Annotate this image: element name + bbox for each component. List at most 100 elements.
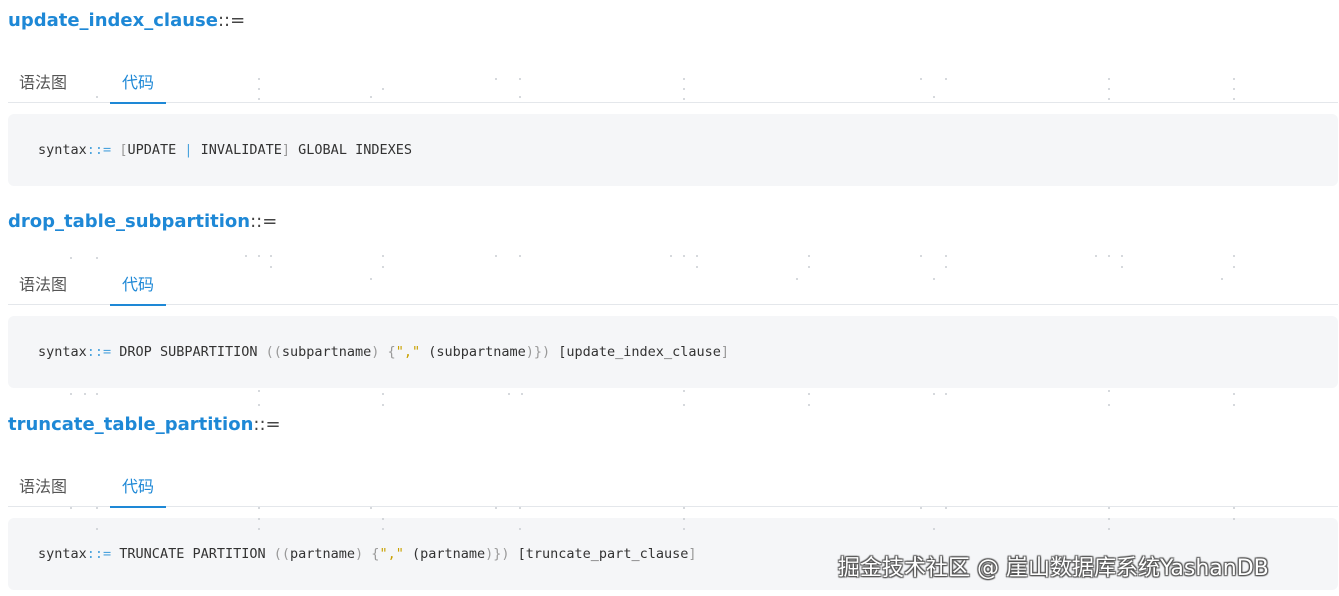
code-token: partname [420, 546, 486, 562]
decorative-dot [933, 393, 935, 395]
decorative-dot [270, 255, 272, 257]
decorative-dot [945, 507, 947, 509]
decorative-dot [258, 390, 260, 392]
code-token: GLOBAL INDEXES [290, 142, 412, 158]
code-token: (( [265, 344, 282, 360]
code-token: )}) [525, 344, 551, 360]
tab-syntax-diagram[interactable]: 语法图 [19, 274, 67, 296]
code-line: syntax::= [UPDATE | INVALIDATE] GLOBAL I… [38, 142, 412, 158]
decorative-dot [1108, 404, 1110, 406]
code-token: [ [550, 344, 567, 360]
code-keyword-syntax: syntax [38, 344, 87, 360]
decorative-dot [258, 507, 260, 509]
code-token: | [184, 142, 193, 158]
decorative-dot [96, 393, 98, 395]
code-token: ( [420, 344, 437, 360]
code-token: "," [395, 344, 421, 360]
decorative-dot [670, 255, 672, 257]
section-title: drop_table_subpartition::= [8, 211, 277, 232]
rule-separator: ::= [217, 10, 246, 31]
tab-code[interactable]: 代码 [110, 274, 166, 306]
view-tabs: 语法图 代码 [8, 66, 1338, 104]
tab-code[interactable]: 代码 [110, 476, 166, 508]
code-token: )}) [485, 546, 510, 562]
decorative-dot [96, 257, 98, 259]
code-operator: ::= [86, 142, 112, 158]
tab-syntax-diagram[interactable]: 语法图 [19, 72, 67, 94]
rule-name: update_index_clause [8, 10, 218, 31]
code-token: "," [379, 546, 404, 562]
decorative-dot [245, 255, 247, 257]
code-token: [ [509, 546, 526, 562]
code-operator: ::= [86, 344, 112, 360]
decorative-dot [521, 393, 523, 395]
code-token: { [379, 344, 396, 360]
decorative-dot [370, 507, 372, 509]
decorative-dot [495, 507, 497, 509]
view-tabs: 语法图 代码 [8, 268, 1338, 306]
code-block: syntax::= DROP SUBPARTITION ((subpartnam… [8, 316, 1338, 388]
code-token: UPDATE [127, 142, 185, 158]
code-token: ] [720, 344, 729, 360]
code-token: TRUNCATE PARTITION [111, 546, 274, 562]
code-keyword-syntax: syntax [38, 142, 87, 158]
decorative-dot [808, 255, 810, 257]
code-operator: ::= [86, 546, 112, 562]
decorative-dot [683, 404, 685, 406]
section-title: update_index_clause::= [8, 10, 245, 31]
decorative-dot [1233, 404, 1235, 406]
decorative-dot [1233, 507, 1235, 509]
code-line: syntax::= TRUNCATE PARTITION ((partname)… [38, 546, 696, 562]
code-token: truncate_part_clause [525, 546, 689, 562]
decorative-dot [808, 404, 810, 406]
decorative-dot [258, 255, 260, 257]
decorative-dot [258, 404, 260, 406]
section-title: truncate_table_partition::= [8, 414, 281, 435]
decorative-dot [683, 255, 685, 257]
decorative-dot [1233, 393, 1235, 395]
decorative-dot [70, 393, 72, 395]
tab-syntax-diagram[interactable]: 语法图 [19, 476, 67, 498]
decorative-dot [382, 393, 384, 395]
rule-separator: ::= [250, 211, 278, 232]
decorative-dot [495, 255, 497, 257]
decorative-dot [70, 507, 72, 509]
decorative-dot [945, 393, 947, 395]
decorative-dot [84, 393, 86, 395]
decorative-dot [683, 390, 685, 392]
code-line: syntax::= DROP SUBPARTITION ((subpartnam… [38, 344, 729, 360]
view-tabs: 语法图 代码 [8, 470, 1338, 508]
decorative-dot [945, 255, 947, 257]
decorative-dot [508, 393, 510, 395]
decorative-dot [1108, 390, 1110, 392]
code-token: ( [403, 546, 421, 562]
code-token: subpartname [436, 344, 526, 360]
decorative-dot [1121, 255, 1123, 257]
decorative-dot [683, 507, 685, 509]
code-keyword-syntax: syntax [38, 546, 87, 562]
decorative-dot [382, 404, 384, 406]
tab-code[interactable]: 代码 [110, 72, 166, 104]
decorative-dot [696, 255, 698, 257]
decorative-dot [920, 255, 922, 257]
code-block: syntax::= [UPDATE | INVALIDATE] GLOBAL I… [8, 114, 1338, 186]
rule-name: drop_table_subpartition [8, 211, 251, 232]
code-token: ] [281, 142, 291, 158]
code-token: (( [273, 546, 290, 562]
code-token: subpartname [281, 344, 372, 360]
rule-separator: ::= [253, 414, 281, 435]
decorative-dot [519, 507, 521, 509]
decorative-dot [96, 507, 98, 509]
decorative-dot [808, 393, 810, 395]
decorative-dot [920, 507, 922, 509]
code-token: INVALIDATE [192, 142, 282, 158]
rule-name: truncate_table_partition [8, 414, 254, 435]
decorative-dot [1233, 255, 1235, 257]
decorative-dot [382, 255, 384, 257]
watermark-text: 掘金技术社区 @ 崖山数据库系统YashanDB [838, 556, 1269, 581]
code-token: ] [688, 546, 697, 562]
decorative-dot [70, 257, 72, 259]
code-token: { [363, 546, 380, 562]
code-token: ) [355, 546, 364, 562]
code-token: partname [290, 546, 356, 562]
